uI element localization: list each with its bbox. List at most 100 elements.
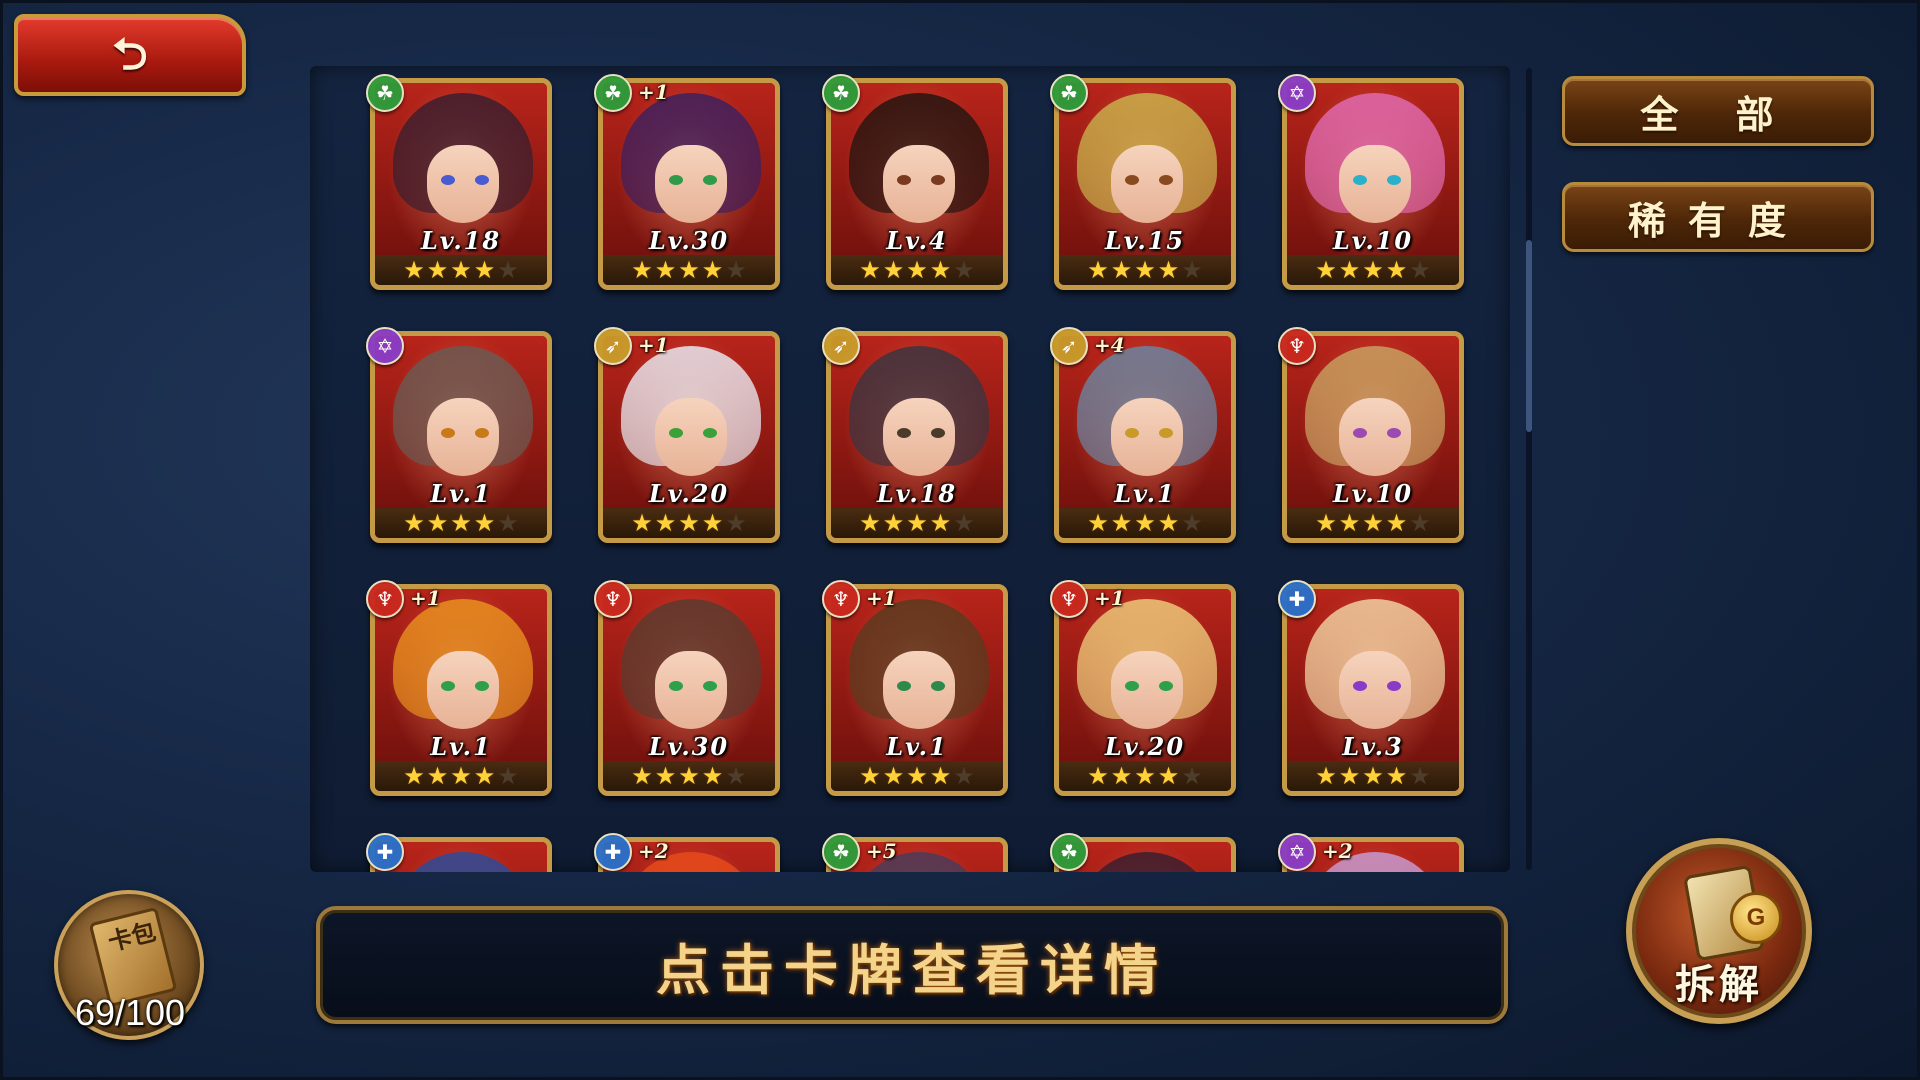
star-filled-icon: ★: [1315, 762, 1337, 790]
portrait-eye: [1353, 175, 1367, 185]
character-card[interactable]: Lv.1 ★ ★ ★ ★ ★: [1054, 331, 1236, 543]
character-card[interactable]: Lv.18 ★ ★ ★ ★ ★: [370, 78, 552, 290]
card-enhance-bonus: +1: [638, 333, 669, 357]
character-card[interactable]: Lv.20 ★ ★ ★ ★ ★: [598, 331, 780, 543]
star-filled-icon: ★: [1110, 256, 1133, 284]
dismantle-button[interactable]: G 拆解: [1626, 838, 1812, 1024]
portrait-face: [427, 651, 499, 729]
star-filled-icon: ★: [1087, 256, 1109, 284]
character-card[interactable]: Lv.10 ★ ★ ★ ★ ★: [1282, 78, 1464, 290]
character-card[interactable]: Lv.1 ★ ★ ★ ★ ★: [826, 584, 1008, 796]
bow-arrow-icon: ➶: [822, 327, 860, 365]
star-rating: ★ ★ ★ ★ ★: [1287, 508, 1459, 538]
star-empty-icon: ★: [497, 509, 519, 537]
portrait-eye: [1387, 175, 1401, 185]
portrait-face: [427, 145, 499, 223]
star-filled-icon: ★: [403, 256, 425, 284]
portrait-eye: [1353, 428, 1367, 438]
portrait-eye: [1125, 175, 1139, 185]
star-rating: ★ ★ ★ ★ ★: [831, 508, 1003, 538]
card-enhance-bonus: +2: [638, 839, 669, 863]
bow-arrow-icon: ➶: [1050, 327, 1088, 365]
card-grid[interactable]: Lv.18 ★ ★ ★ ★ ★ ☘ Lv.30 ★ ★ ★ ★ ★ ☘ +1 Lv.4 ★ ★ ★ ★ ★ ☘ Lv.15 ★…: [310, 66, 1510, 872]
character-card[interactable]: Lv.30 ★ ★ ★ ★ ★: [598, 584, 780, 796]
star-rating: ★ ★ ★ ★ ★: [1059, 255, 1231, 285]
character-card[interactable]: Lv.3 ★ ★ ★ ★ ★: [1282, 584, 1464, 796]
portrait-eye: [931, 428, 945, 438]
character-card[interactable]: Lv.10 ★ ★ ★ ★ ★: [1282, 331, 1464, 543]
star-filled-icon: ★: [1385, 509, 1408, 537]
card-grid-scrollbar[interactable]: [1526, 68, 1532, 870]
card-enhance-bonus: +2: [1322, 839, 1353, 863]
star-filled-icon: ★: [403, 762, 425, 790]
portrait-eye: [441, 681, 455, 691]
star-filled-icon: ★: [1338, 256, 1361, 284]
card-level: Lv.1: [430, 479, 492, 508]
star-filled-icon: ★: [882, 762, 905, 790]
card-level: Lv.20: [648, 479, 730, 508]
star-empty-icon: ★: [1409, 509, 1431, 537]
star-filled-icon: ★: [859, 762, 881, 790]
star-filled-icon: ★: [906, 509, 928, 537]
sword-emblem-icon: ♆: [594, 580, 632, 618]
character-card[interactable]: Lv.15 ★ ★ ★ ★ ★: [1054, 78, 1236, 290]
portrait-eye: [1353, 681, 1367, 691]
sword-emblem-icon: ♆: [822, 580, 860, 618]
card-level: Lv.20: [1104, 732, 1186, 761]
star-filled-icon: ★: [1362, 762, 1384, 790]
star-filled-icon: ★: [929, 256, 952, 284]
star-filled-icon: ★: [929, 762, 952, 790]
card-enhance-bonus: +1: [410, 586, 441, 610]
card-enhance-bonus: +1: [638, 80, 669, 104]
character-card[interactable]: Lv.20 ★ ★ ★ ★ ★: [1054, 584, 1236, 796]
star-filled-icon: ★: [906, 762, 928, 790]
star-filled-icon: ★: [450, 256, 472, 284]
character-card[interactable]: Lv.4 ★ ★ ★ ★ ★: [826, 78, 1008, 290]
portrait-eye: [703, 428, 717, 438]
star-filled-icon: ★: [678, 256, 700, 284]
star-filled-icon: ★: [426, 509, 449, 537]
nature-element-icon: ☘: [1050, 74, 1088, 112]
star-filled-icon: ★: [1134, 256, 1156, 284]
arcane-hexagram-icon: ✡: [1278, 74, 1316, 112]
card-level: Lv.10: [1332, 226, 1414, 255]
star-filled-icon: ★: [1087, 509, 1109, 537]
portrait-face: [1111, 651, 1183, 729]
star-rating: ★ ★ ★ ★ ★: [831, 255, 1003, 285]
star-filled-icon: ★: [882, 256, 905, 284]
star-filled-icon: ★: [1157, 509, 1180, 537]
card-pack-count: 69/100: [74, 992, 186, 1033]
character-card[interactable]: Lv.18 ★ ★ ★ ★ ★: [826, 331, 1008, 543]
star-filled-icon: ★: [1362, 256, 1384, 284]
star-rating: ★ ★ ★ ★ ★: [603, 255, 775, 285]
scroll-thumb[interactable]: [1526, 240, 1532, 432]
star-filled-icon: ★: [882, 509, 905, 537]
star-filled-icon: ★: [929, 509, 952, 537]
star-filled-icon: ★: [631, 762, 653, 790]
star-filled-icon: ★: [859, 509, 881, 537]
back-button[interactable]: ⮌: [14, 14, 246, 96]
portrait-eye: [1387, 681, 1401, 691]
star-rating: ★ ★ ★ ★ ★: [375, 255, 547, 285]
character-card[interactable]: Lv.1 ★ ★ ★ ★ ★: [370, 331, 552, 543]
nature-element-icon: ☘: [1050, 833, 1088, 871]
star-empty-icon: ★: [1409, 256, 1431, 284]
star-filled-icon: ★: [450, 509, 472, 537]
star-filled-icon: ★: [403, 509, 425, 537]
star-filled-icon: ★: [1157, 762, 1180, 790]
character-card[interactable]: Lv.1 ★ ★ ★ ★ ★: [370, 584, 552, 796]
filter-rarity-button[interactable]: 稀有度: [1562, 182, 1874, 252]
star-filled-icon: ★: [859, 256, 881, 284]
star-rating: ★ ★ ★ ★ ★: [603, 508, 775, 538]
filter-all-button[interactable]: 全 部: [1562, 76, 1874, 146]
star-filled-icon: ★: [701, 762, 724, 790]
star-filled-icon: ★: [654, 509, 677, 537]
star-empty-icon: ★: [1181, 256, 1203, 284]
card-level: Lv.18: [876, 479, 958, 508]
star-filled-icon: ★: [1157, 256, 1180, 284]
star-empty-icon: ★: [725, 256, 747, 284]
character-card[interactable]: Lv.30 ★ ★ ★ ★ ★: [598, 78, 780, 290]
star-empty-icon: ★: [1181, 509, 1203, 537]
star-rating: ★ ★ ★ ★ ★: [1059, 508, 1231, 538]
portrait-eye: [931, 175, 945, 185]
